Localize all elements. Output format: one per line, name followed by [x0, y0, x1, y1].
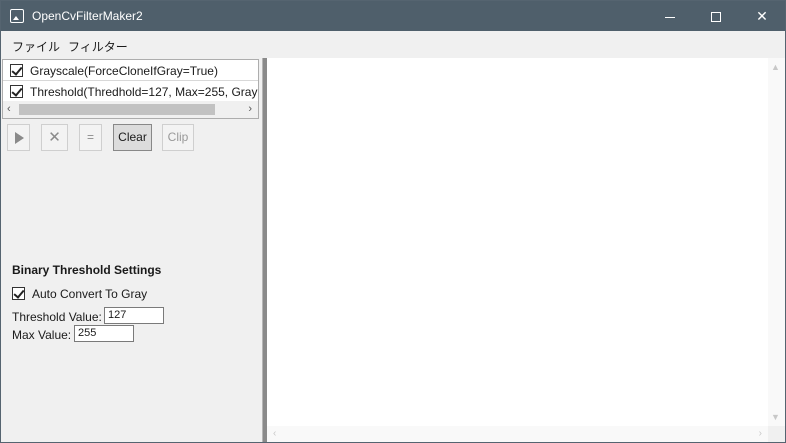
- title-bar[interactable]: OpenCvFilterMaker2 ✕: [1, 1, 785, 31]
- menu-filter[interactable]: フィルター: [68, 38, 128, 55]
- app-window: OpenCvFilterMaker2 ✕ ファイル フィルター Grayscal…: [0, 0, 786, 443]
- list-item[interactable]: Grayscale(ForceCloneIfGray=True): [3, 61, 258, 81]
- window-title: OpenCvFilterMaker2: [32, 9, 143, 23]
- menu-bar: ファイル フィルター: [1, 31, 785, 57]
- menu-file[interactable]: ファイル: [12, 38, 60, 55]
- auto-convert-label: Auto Convert To Gray: [32, 287, 148, 301]
- settings-title: Binary Threshold Settings: [12, 263, 162, 277]
- chevron-right-icon[interactable]: ›: [248, 103, 252, 115]
- auto-convert-checkbox[interactable]: [12, 287, 25, 300]
- chevron-right-icon[interactable]: ›: [759, 428, 762, 439]
- filter-list[interactable]: Grayscale(ForceCloneIfGray=True) Thresho…: [2, 59, 259, 119]
- left-pane: Grayscale(ForceCloneIfGray=True) Thresho…: [1, 58, 262, 442]
- image-preview-area[interactable]: ▲ ▼ ‹ ›: [267, 58, 785, 442]
- close-icon: ✕: [756, 8, 768, 24]
- filter-checkbox[interactable]: [10, 85, 23, 98]
- chevron-down-icon[interactable]: ▼: [771, 412, 780, 422]
- filter-toolbar: ✕ = Clear Clip: [1, 124, 262, 152]
- filter-label: Threshold(Thredhold=127, Max=255, Gray=T…: [30, 85, 258, 99]
- max-value-label: Max Value:: [12, 328, 72, 342]
- maximize-button[interactable]: [693, 1, 739, 31]
- filter-checkbox[interactable]: [10, 64, 23, 77]
- list-horizontal-scrollbar[interactable]: ‹ ›: [3, 101, 258, 118]
- close-button[interactable]: ✕: [739, 1, 785, 31]
- clear-button[interactable]: Clear: [113, 124, 152, 151]
- scrollbar-corner: [768, 426, 785, 442]
- preview-horizontal-scrollbar[interactable]: ‹ ›: [267, 426, 768, 442]
- list-item[interactable]: Threshold(Thredhold=127, Max=255, Gray=T…: [3, 82, 258, 102]
- filter-label: Grayscale(ForceCloneIfGray=True): [30, 64, 218, 78]
- play-icon: [15, 131, 24, 144]
- max-value-input[interactable]: 255: [74, 325, 134, 342]
- clip-button[interactable]: Clip: [162, 124, 194, 151]
- equals-button[interactable]: =: [79, 124, 102, 151]
- run-button[interactable]: [7, 124, 30, 151]
- close-icon: ✕: [48, 129, 61, 146]
- chevron-left-icon[interactable]: ‹: [273, 428, 276, 439]
- delete-button[interactable]: ✕: [41, 124, 68, 151]
- threshold-input[interactable]: 127: [104, 307, 164, 324]
- maximize-icon: [711, 12, 721, 23]
- threshold-label: Threshold Value:: [12, 310, 102, 324]
- preview-vertical-scrollbar[interactable]: ▲ ▼: [768, 58, 785, 426]
- chevron-left-icon[interactable]: ‹: [7, 103, 11, 115]
- scrollbar-thumb[interactable]: [19, 104, 215, 115]
- app-image-icon: [10, 9, 24, 23]
- minimize-button[interactable]: [647, 1, 693, 31]
- chevron-up-icon[interactable]: ▲: [771, 62, 780, 72]
- minimize-icon: [665, 16, 675, 18]
